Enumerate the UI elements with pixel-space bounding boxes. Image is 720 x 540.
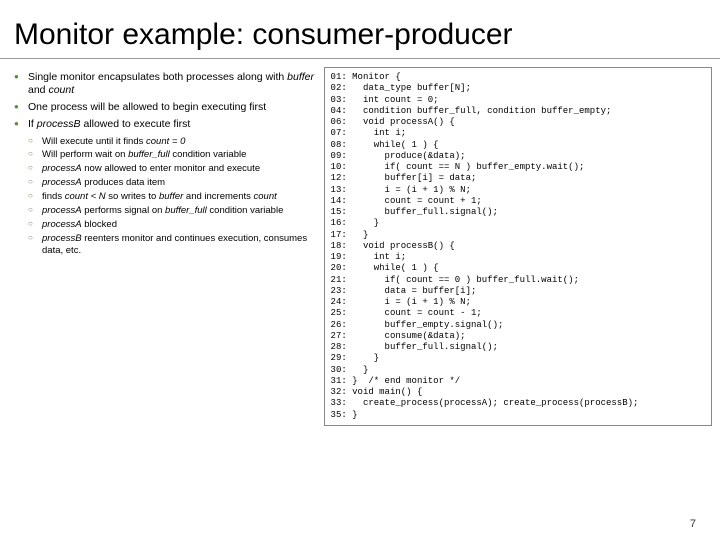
sub-item: Will perform wait on buffer_full conditi… (28, 149, 318, 161)
page-number: 7 (690, 518, 696, 530)
sub-item: processA performs signal on buffer_full … (28, 205, 318, 217)
sub-list: Will execute until it finds count = 0 Wi… (8, 136, 318, 257)
sub-item: processA now allowed to enter monitor an… (28, 163, 318, 175)
body: Single monitor encapsulates both process… (0, 59, 720, 426)
bullet-item: One process will be allowed to begin exe… (14, 101, 318, 114)
sub-item: processA blocked (28, 219, 318, 231)
sub-item: finds count < N so writes to buffer and … (28, 191, 318, 203)
sub-item: processB reenters monitor and continues … (28, 233, 318, 257)
left-column: Single monitor encapsulates both process… (8, 67, 324, 426)
sub-item: processA produces data item (28, 177, 318, 189)
bullet-list: Single monitor encapsulates both process… (8, 71, 318, 132)
sub-item: Will execute until it finds count = 0 (28, 136, 318, 148)
bullet-item: If processB allowed to execute first (14, 118, 318, 131)
page-title: Monitor example: consumer-producer (0, 0, 720, 59)
bullet-item: Single monitor encapsulates both process… (14, 71, 318, 97)
code-block: 01: Monitor { 02: data_type buffer[N]; 0… (324, 67, 712, 426)
